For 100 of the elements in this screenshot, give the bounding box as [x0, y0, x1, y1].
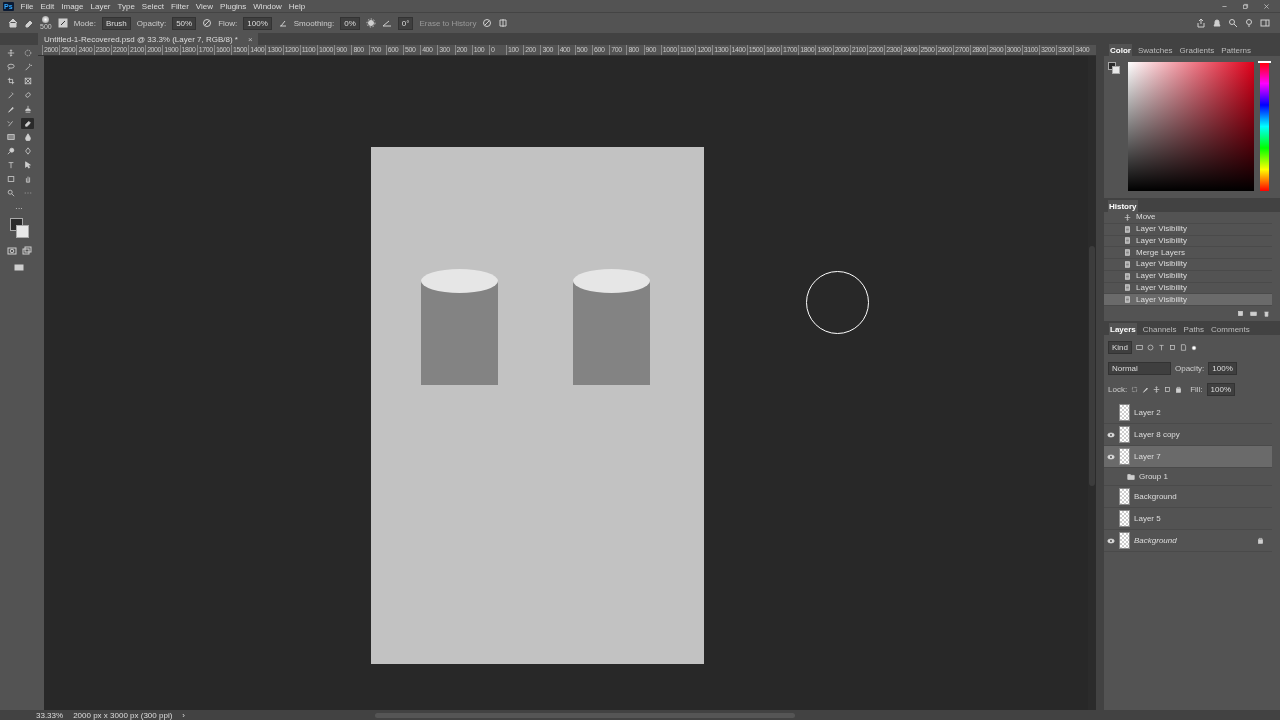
bell-icon[interactable] [1212, 18, 1222, 28]
zoom-level[interactable]: 33.33% [36, 710, 64, 720]
scrollbar-thumb[interactable] [1089, 246, 1095, 486]
eraser-tool[interactable] [21, 118, 34, 129]
opacity-field[interactable]: 50% [172, 16, 197, 30]
more-tools[interactable]: ··· [15, 203, 23, 213]
document-tab[interactable]: Untitled-1-Recovered.psd @ 33.3% (Layer 7, RGB/8) * [38, 33, 242, 45]
menu-item[interactable]: File [20, 1, 34, 11]
screen-mode-icon[interactable] [21, 245, 32, 256]
menu-item[interactable]: Image [61, 1, 84, 11]
layer-row[interactable]: Group 1 [1104, 468, 1272, 486]
eraser-icon [23, 119, 32, 128]
menu-item[interactable]: Window [253, 1, 282, 11]
panel-tab[interactable]: Swatches [1136, 44, 1174, 57]
quick-mask-icon[interactable] [6, 245, 17, 256]
layer-name: Background [1134, 492, 1178, 501]
menu-item[interactable]: Filter [171, 1, 189, 11]
brush-icon [6, 105, 15, 114]
lock-pixels-icon[interactable] [1131, 386, 1139, 393]
layer-row[interactable]: Layer 7 [1104, 446, 1272, 468]
flow-field[interactable]: 100% [243, 16, 272, 30]
restore-icon[interactable] [1242, 2, 1249, 10]
menu-item[interactable]: Plugins [220, 1, 247, 11]
brush-settings-icon[interactable] [57, 18, 68, 28]
smart-object-filter-icon[interactable] [1180, 344, 1187, 351]
panel-tab[interactable]: Gradients [1178, 44, 1216, 57]
smoothing-field[interactable]: 0% [340, 16, 360, 30]
menu-item[interactable]: View [195, 1, 214, 11]
home-icon[interactable] [8, 18, 18, 28]
eye-icon[interactable] [1107, 430, 1115, 439]
history-brush-icon [6, 119, 15, 128]
workspace-icon[interactable] [1260, 18, 1270, 28]
new-document-icon[interactable] [1237, 310, 1244, 317]
panel-tab[interactable]: Paths [1182, 323, 1206, 336]
history-item[interactable]: Layer Visibility [1104, 270, 1272, 283]
history-item[interactable]: Merge Layers [1104, 247, 1272, 259]
lightbulb-icon[interactable] [1244, 18, 1254, 28]
type-filter-icon[interactable] [1158, 344, 1165, 351]
share-icon[interactable] [1196, 18, 1206, 28]
history-item[interactable]: Layer Visibility [1104, 259, 1272, 271]
opacity-field[interactable]: 100% [1208, 362, 1237, 375]
gradient-tool[interactable] [4, 132, 17, 143]
search-icon[interactable] [1228, 18, 1238, 28]
layer-row[interactable]: Layer 5 [1104, 508, 1272, 530]
flow-label: Flow: [218, 18, 238, 28]
lasso-tool[interactable] [4, 62, 17, 73]
layer-row[interactable]: Layer 2 [1104, 402, 1272, 424]
eye-icon[interactable] [1107, 452, 1115, 461]
panel-tab[interactable]: Channels [1141, 323, 1178, 336]
mode-label: Mode: [73, 18, 96, 28]
filter-dropdown[interactable]: Kind [1108, 341, 1132, 354]
menu-item[interactable]: Help [288, 1, 306, 11]
shape-filter-icon[interactable] [1169, 344, 1176, 351]
eyedropper-icon [6, 91, 15, 100]
history-item[interactable]: Move [1104, 212, 1272, 224]
color-picker-field[interactable] [1128, 62, 1254, 191]
panel-tab[interactable]: History [1108, 200, 1138, 213]
panel-tab[interactable]: Layers [1109, 323, 1137, 336]
trash-icon[interactable] [1263, 310, 1270, 317]
blend-mode-dropdown[interactable]: Normal [1108, 362, 1171, 375]
layer-thumbnail [1119, 448, 1130, 465]
history-item[interactable]: Layer Visibility [1104, 294, 1272, 306]
history-item[interactable]: Layer Visibility [1104, 223, 1272, 236]
panel-tab[interactable]: Comments [1210, 323, 1251, 336]
pressure-opacity-icon[interactable] [202, 18, 213, 28]
close-icon[interactable] [1263, 2, 1270, 10]
adjustment-filter-icon[interactable] [1147, 344, 1154, 351]
image-filter-icon[interactable] [1136, 344, 1143, 351]
gradient-icon [6, 133, 15, 142]
angle-icon[interactable] [381, 18, 392, 28]
menu-item[interactable]: Edit [40, 1, 55, 11]
lock-icon[interactable] [1175, 386, 1183, 393]
menu-item[interactable]: Layer [90, 1, 111, 11]
menu-item[interactable]: Type [117, 1, 135, 11]
settings-icon[interactable] [365, 18, 376, 28]
brush-preview-icon[interactable] [42, 16, 50, 23]
layer-thumbnail [1119, 404, 1130, 421]
hue-slider[interactable] [1260, 62, 1269, 191]
layer-thumbnail [1119, 510, 1130, 527]
menu-item[interactable]: Select [141, 1, 165, 11]
panel-tab[interactable]: Patterns [1220, 44, 1253, 57]
angle-field[interactable]: 0° [397, 16, 414, 30]
history-item[interactable]: Layer Visibility [1104, 235, 1272, 248]
fill-field[interactable]: 100% [1206, 383, 1236, 396]
lock-label: Lock: [1108, 385, 1128, 394]
move-icon[interactable] [1153, 386, 1161, 393]
status-menu-arrow[interactable]: › [182, 710, 185, 720]
color-swatches[interactable] [1108, 62, 1122, 76]
eraser-icon[interactable] [24, 18, 34, 28]
symmetry-icon[interactable] [498, 18, 509, 28]
color-swatches[interactable] [8, 217, 30, 240]
brush-icon[interactable] [1142, 386, 1150, 393]
eye-icon[interactable] [1107, 536, 1115, 545]
layer-row[interactable]: Background [1104, 530, 1272, 552]
document-size: 2000 px x 3000 px (300 ppi) [73, 710, 173, 720]
artboard-icon[interactable] [1164, 386, 1172, 393]
panel-tab[interactable]: Color [1109, 44, 1132, 57]
mode-dropdown[interactable]: Brush [101, 16, 131, 30]
layer-row[interactable]: Background [1104, 486, 1272, 508]
pressure-size-icon[interactable] [482, 18, 493, 28]
